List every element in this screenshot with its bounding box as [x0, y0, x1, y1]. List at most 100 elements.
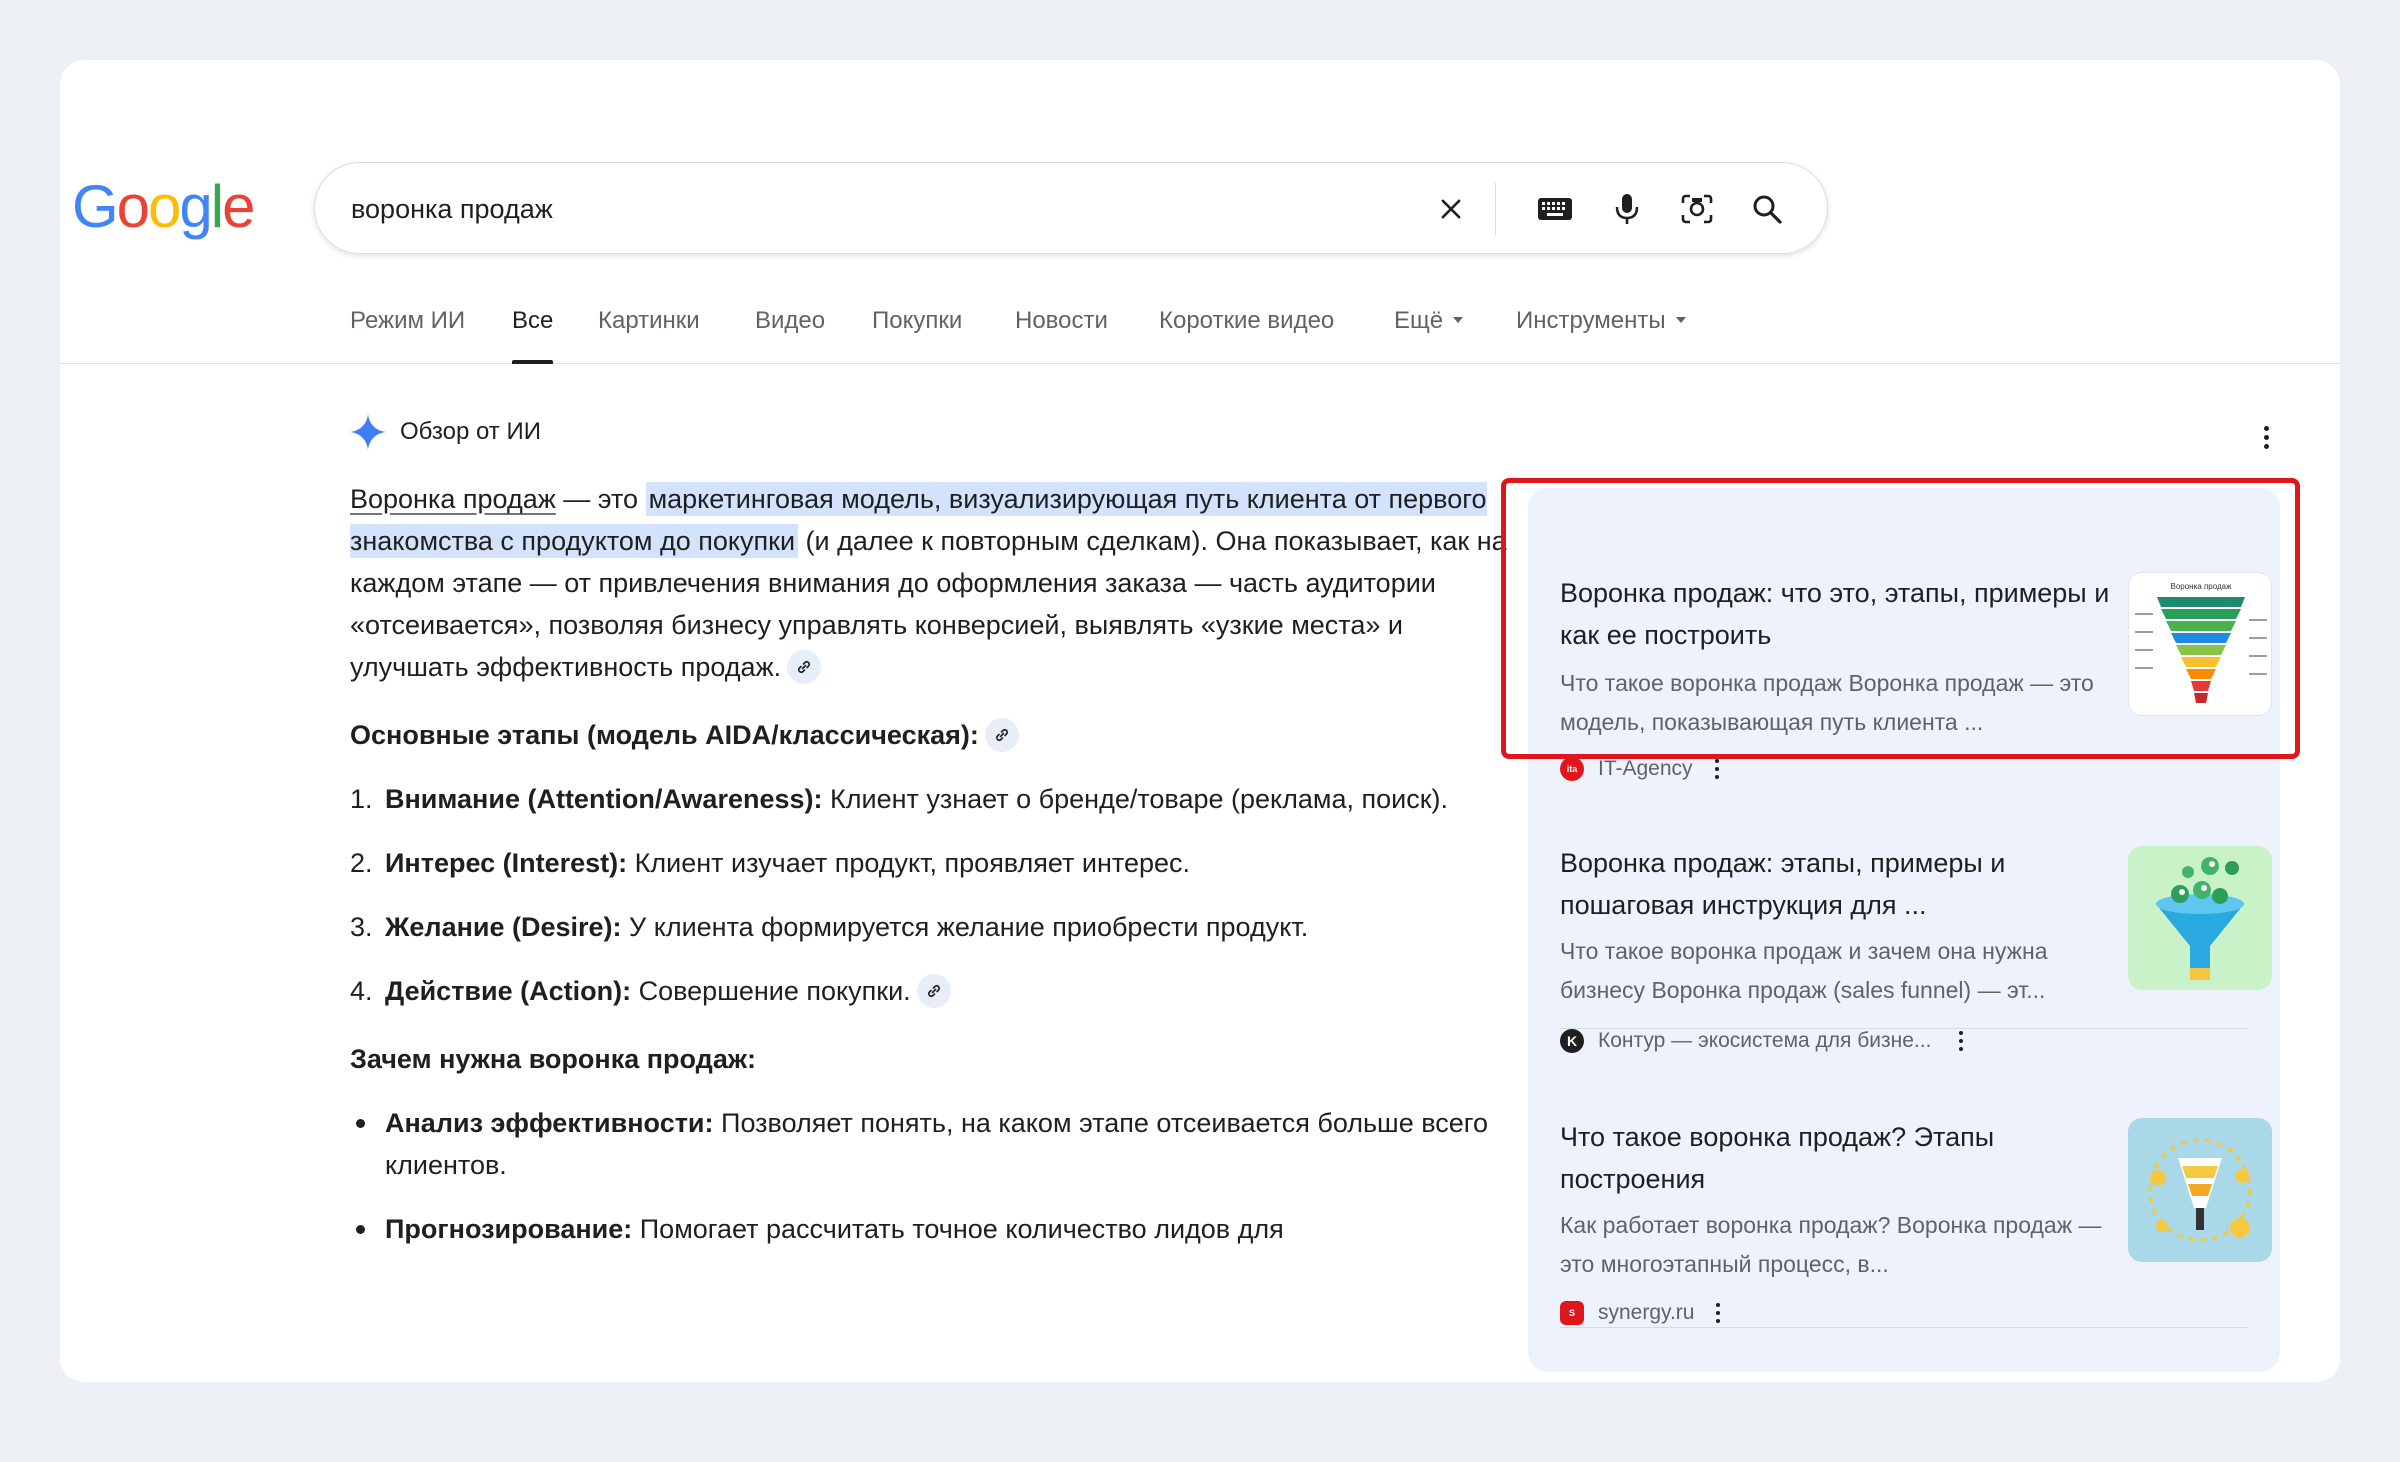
more-options-icon[interactable]: [2251, 422, 2281, 452]
citation-link-icon[interactable]: [787, 649, 822, 684]
ai-overview-body: Воронка продаж — это маркетинговая модел…: [350, 478, 1520, 1272]
item-number: 1.: [350, 784, 373, 814]
tab-short-videos[interactable]: Короткие видео: [1159, 304, 1334, 364]
list-item: Анализ эффективности: Позволяет понять, …: [350, 1102, 1520, 1186]
funnel-thumbnail[interactable]: Воронка продаж: [2128, 572, 2272, 716]
search-tabs: Режим ИИ Все Картинки Видео Покупки Ново…: [60, 304, 2340, 364]
tab-more[interactable]: Ещё: [1394, 304, 1464, 364]
tab-ai-mode[interactable]: Режим ИИ: [350, 304, 465, 364]
ai-overview-header: Обзор от ИИ: [350, 412, 541, 452]
logo-letter: l: [210, 173, 224, 240]
result-separator: [1560, 758, 2248, 759]
result-separator: [1560, 1327, 2248, 1328]
stages-list: 1. Внимание (Attention/Awareness): Клиент…: [350, 778, 1520, 1012]
tab-label: Видео: [755, 307, 826, 334]
source-card[interactable]: Воронка продаж: этапы, примеры и пошагов…: [1528, 758, 2280, 1053]
funnel-3d-thumbnail[interactable]: [2128, 846, 2272, 990]
tab-label: Инструменты: [1516, 307, 1666, 334]
keyboard-icon: [1538, 198, 1572, 220]
tab-videos[interactable]: Видео: [755, 304, 825, 364]
item-text: У клиента формируется желание приобрести…: [621, 912, 1309, 942]
ai-overview-title: Обзор от ИИ: [400, 418, 541, 445]
item-bold: Внимание (Attention/Awareness):: [385, 784, 823, 814]
keyboard-button[interactable]: [1533, 187, 1577, 231]
search-input[interactable]: [351, 163, 1351, 255]
logo-letter: G: [72, 173, 119, 240]
citation-link-icon[interactable]: [916, 973, 951, 1008]
search-divider: [1495, 183, 1496, 235]
source-title[interactable]: Что такое воронка продаж? Этапы построен…: [1560, 1116, 2120, 1200]
tab-label: Ещё: [1394, 307, 1444, 334]
list-item: 1. Внимание (Attention/Awareness): Клиент…: [350, 778, 1520, 820]
logo-letter: e: [222, 173, 255, 240]
item-text: Клиент изучает продукт, проявляет интере…: [627, 848, 1191, 878]
tab-news[interactable]: Новости: [1015, 304, 1108, 364]
ai-intro-paragraph: Воронка продаж — это маркетинговая модел…: [350, 478, 1520, 688]
camera-lens-icon: [1681, 194, 1713, 224]
close-icon: [1441, 199, 1461, 219]
stages-heading: Основные этапы (модель AIDA/классическая…: [350, 714, 1520, 756]
tab-label: Новости: [1015, 307, 1108, 334]
logo-letter: o: [116, 173, 150, 240]
funnel-diagram-image: [2148, 1138, 2252, 1242]
chevron-down-icon: [1453, 316, 1464, 323]
source-title[interactable]: Воронка продаж: что это, этапы, примеры …: [1560, 572, 2120, 656]
source-snippet: Что такое воронка продаж и зачем она нуж…: [1560, 938, 2048, 1003]
lens-button[interactable]: [1675, 187, 1719, 231]
search-page: Google Режим ИИ Все Картинки Видео Покуп…: [60, 60, 2340, 1382]
item-text: Клиент узнает о бренде/товаре (реклама, …: [822, 784, 1449, 814]
item-text: Совершение покупки.: [631, 976, 911, 1006]
sources-panel: Воронка продаж: что это, этапы, примеры …: [1528, 488, 2280, 1372]
item-text: Помогает рассчитать точное количество ли…: [632, 1214, 1284, 1244]
stages-heading-text: Основные этапы (модель AIDA/классическая…: [350, 720, 979, 750]
search-icon: [1753, 195, 1782, 224]
search-button[interactable]: [1745, 187, 1789, 231]
logo-letter: o: [148, 173, 181, 240]
thumb-label: Воронка продаж: [2171, 582, 2233, 591]
source-card[interactable]: Что такое воронка продаж? Этапы построен…: [1528, 1028, 2280, 1328]
list-item: Прогнозирование: Помогает рассчитать точ…: [350, 1208, 1520, 1250]
funnel-illustration: [2156, 857, 2244, 980]
voice-search-button[interactable]: [1605, 187, 1649, 231]
term-link[interactable]: Воронка продаж: [350, 484, 556, 514]
tab-tools[interactable]: Инструменты: [1516, 304, 1686, 364]
tab-label: Картинки: [598, 307, 700, 334]
sales-funnel-image: Воронка продаж: [2135, 582, 2267, 703]
source-card[interactable]: Воронка продаж: что это, этапы, примеры …: [1528, 488, 2280, 781]
item-bold: Действие (Action):: [385, 976, 632, 1006]
result-separator: [1560, 1028, 2248, 1029]
tab-shopping[interactable]: Покупки: [872, 304, 962, 364]
reasons-list: Анализ эффективности: Позволяет понять, …: [350, 1102, 1520, 1250]
source-snippet: Как работает воронка продаж? Воронка про…: [1560, 1212, 2102, 1277]
item-bold: Прогнозирование:: [385, 1214, 633, 1244]
citation-link-icon[interactable]: [984, 717, 1019, 752]
tab-label: Режим ИИ: [350, 307, 466, 334]
intro-dash: — это: [555, 484, 646, 514]
why-heading: Зачем нужна воронка продаж:: [350, 1044, 756, 1074]
list-item: 3. Желание (Desire): У клиента формируетс…: [350, 906, 1520, 948]
item-bold: Интерес (Interest):: [385, 848, 628, 878]
source-name: synergy.ru: [1598, 1301, 1695, 1324]
more-options-icon[interactable]: [1708, 1298, 1728, 1328]
microphone-icon: [1615, 194, 1639, 224]
tab-images[interactable]: Картинки: [598, 304, 700, 364]
tab-label: Все: [512, 307, 554, 334]
tab-label: Короткие видео: [1159, 307, 1335, 334]
list-item: 2. Интерес (Interest): Клиент изучает про…: [350, 842, 1520, 884]
item-bold: Анализ эффективности:: [385, 1108, 714, 1138]
tab-all[interactable]: Все: [512, 304, 554, 364]
item-number: 2.: [350, 848, 373, 878]
funnel-diagram-thumbnail[interactable]: [2128, 1118, 2272, 1262]
synergy-favicon-icon: S: [1560, 1301, 1584, 1325]
tab-label: Покупки: [872, 307, 963, 334]
clear-button[interactable]: [1429, 187, 1473, 231]
google-logo[interactable]: Google: [72, 172, 256, 241]
item-number: 3.: [350, 912, 373, 942]
logo-letter: g: [179, 173, 212, 240]
item-number: 4.: [350, 976, 373, 1006]
source-site[interactable]: S synergy.ru: [1560, 1298, 1728, 1328]
source-title[interactable]: Воронка продаж: этапы, примеры и пошагов…: [1560, 842, 2120, 926]
item-bold: Желание (Desire):: [385, 912, 622, 942]
chevron-down-icon: [1675, 316, 1686, 323]
source-snippet: Что такое воронка продаж Воронка продаж …: [1560, 670, 2094, 735]
